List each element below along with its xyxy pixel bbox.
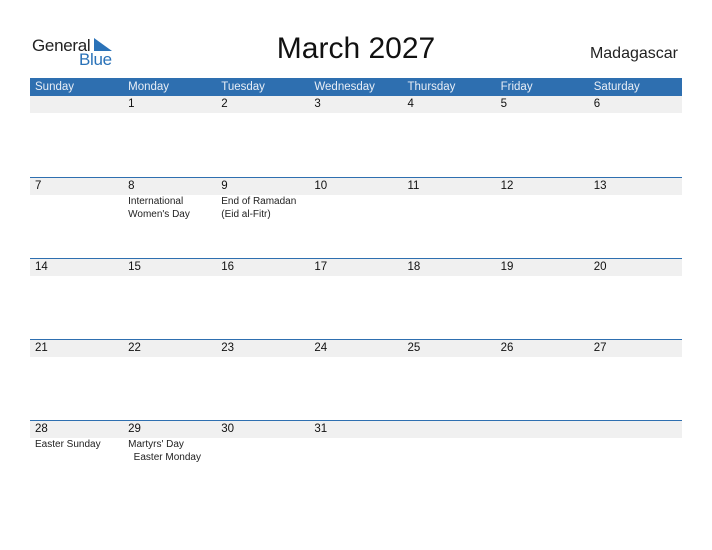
day-number: 9 [221, 180, 228, 192]
day-cell: 16 [216, 259, 309, 276]
weeks-container: 1 2 3 4 5 6 7 8 International Women's Day 9 End of… [30, 96, 682, 501]
day-cell: 24 [309, 340, 402, 357]
day-number: 31 [314, 423, 328, 435]
day-cell [30, 96, 123, 113]
week-cells: 21 22 23 24 25 26 27 [30, 340, 682, 357]
weekday-monday: Monday [128, 81, 170, 93]
day-number [501, 421, 589, 438]
day-number: 10 [314, 180, 328, 192]
day-number: 21 [35, 342, 48, 354]
week-row: 7 8 International Women's Day 9 End of Ramad… [30, 177, 682, 258]
day-number: 20 [593, 261, 607, 273]
day-number: 1 [128, 98, 135, 110]
day-cell: 6 [589, 96, 682, 113]
country-label: Madagascar [589, 45, 678, 62]
day-cell: 9 End of Ramadan (Eid al-Fitr) [216, 178, 309, 221]
day-number: 14 [35, 261, 48, 273]
day-number: 12 [500, 180, 514, 192]
day-cell: 17 [309, 259, 402, 276]
day-cell: 14 [30, 259, 123, 276]
weekday-wednesday: Wednesday [314, 81, 375, 93]
day-cell [403, 421, 496, 464]
holiday-label: Easter Sunday [35, 439, 101, 450]
day-cell: 12 [496, 178, 589, 221]
day-number: 6 [593, 98, 601, 110]
day-number: 7 [35, 180, 42, 192]
day-number: 26 [500, 342, 514, 354]
day-number: 3 [314, 98, 321, 110]
week-row: 21 22 23 24 25 26 27 [30, 339, 682, 420]
day-cell: 8 International Women's Day [123, 178, 216, 221]
day-cell: 15 [123, 259, 216, 276]
day-number: 22 [128, 342, 141, 354]
day-cell: 1 [123, 96, 216, 113]
day-cell: 25 [403, 340, 496, 357]
weekday-friday: Friday [500, 81, 533, 93]
day-number [35, 96, 123, 113]
week-row: 1 2 3 4 5 6 [30, 96, 682, 177]
day-number: 8 [128, 180, 135, 192]
day-cell: 2 [216, 96, 309, 113]
day-cell: 18 [403, 259, 496, 276]
day-cell: 28 Easter Sunday [30, 421, 123, 464]
day-cell: 5 [496, 96, 589, 113]
day-cell: 23 [216, 340, 309, 357]
week-row: 14 15 16 17 18 19 20 [30, 258, 682, 339]
holiday-label: International Women's Day [128, 196, 190, 220]
week-cells: 1 2 3 4 5 6 [30, 96, 682, 113]
week-cells: 28 Easter Sunday 29 Martyrs' Day Easter Mon… [30, 421, 682, 464]
day-cell: 31 [309, 421, 402, 464]
day-number: 30 [221, 423, 235, 435]
week-cells: 14 15 16 17 18 19 20 [30, 259, 682, 276]
day-cell: 21 [30, 340, 123, 357]
week-row: 28 Easter Sunday 29 Martyrs' Day Easter Mon… [30, 420, 682, 501]
day-number [594, 421, 682, 438]
day-cell: 27 [589, 340, 682, 357]
day-number [408, 421, 496, 438]
weekday-header: Sunday Monday Tuesday Wednesday Thursday… [30, 78, 682, 96]
day-number: 24 [314, 342, 328, 354]
day-number: 23 [221, 342, 235, 354]
day-number: 18 [407, 261, 421, 273]
day-cell: 30 [216, 421, 309, 464]
weekday-tuesday: Tuesday [221, 81, 265, 93]
day-number: 16 [221, 261, 235, 273]
holiday-label: End of Ramadan (Eid al-Fitr) [221, 196, 297, 220]
day-cell: 4 [403, 96, 496, 113]
day-cell: 7 [30, 178, 123, 221]
day-number: 28 [35, 423, 48, 435]
day-cell: 29 Martyrs' Day Easter Monday [123, 421, 216, 464]
day-cell: 22 [123, 340, 216, 357]
day-cell: 13 [589, 178, 682, 221]
holiday-label: Martyrs' Day Easter Monday [128, 439, 201, 463]
calendar-grid: Sunday Monday Tuesday Wednesday Thursday… [30, 78, 682, 501]
weekday-thursday: Thursday [407, 81, 456, 93]
day-number: 19 [500, 261, 514, 273]
day-cell [589, 421, 682, 464]
day-number: 4 [407, 98, 414, 110]
weekday-saturday: Saturday [593, 81, 640, 93]
day-number: 13 [593, 180, 607, 192]
day-number: 5 [500, 98, 508, 110]
week-cells: 7 8 International Women's Day 9 End of Ramad… [30, 178, 682, 221]
day-number: 2 [221, 98, 228, 110]
day-cell [496, 421, 589, 464]
day-cell: 26 [496, 340, 589, 357]
day-number: 25 [407, 342, 421, 354]
day-cell: 11 [403, 178, 496, 221]
day-number: 29 [128, 423, 141, 435]
day-number: 17 [314, 261, 328, 273]
day-cell: 3 [309, 96, 402, 113]
day-number: 27 [593, 342, 607, 354]
day-cell: 19 [496, 259, 589, 276]
day-number: 11 [407, 180, 420, 192]
day-cell: 10 [309, 178, 402, 221]
day-cell: 20 [589, 259, 682, 276]
weekday-sunday: Sunday [35, 81, 75, 93]
day-number: 15 [128, 261, 141, 273]
